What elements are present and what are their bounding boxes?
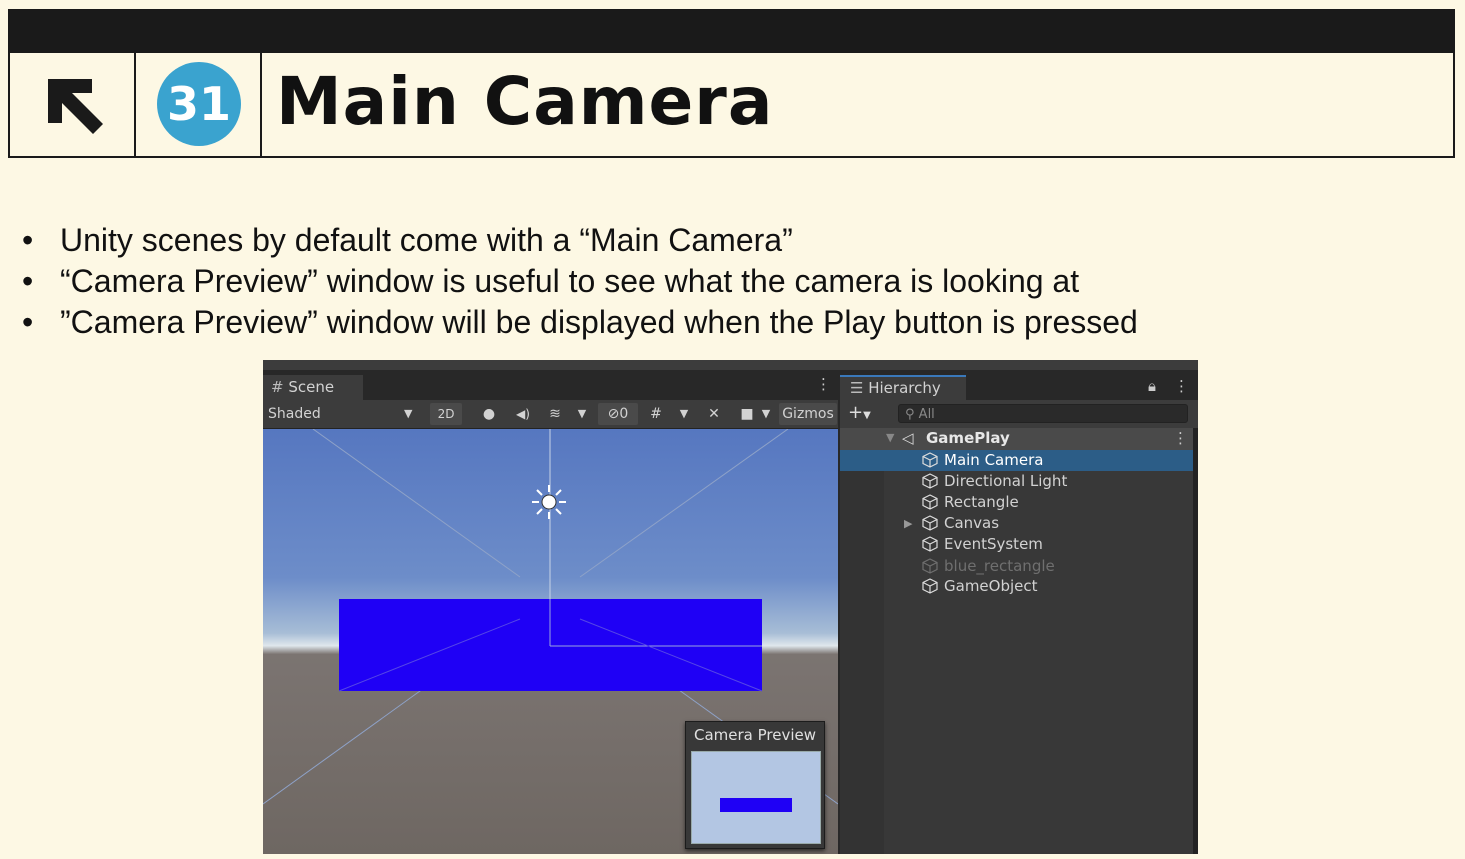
- tab-hierarchy[interactable]: ☰ Hierarchy: [840, 375, 966, 400]
- 2d-toggle-button[interactable]: 2D: [430, 403, 462, 425]
- audio-toggle-icon[interactable]: ◀): [511, 403, 535, 425]
- hierarchy-item[interactable]: Main Camera: [840, 450, 1193, 471]
- slide-number: 31: [157, 62, 241, 146]
- tools-icon[interactable]: ✕: [702, 403, 726, 425]
- hierarchy-item[interactable]: GameObject: [840, 576, 1193, 597]
- camera-preview-title: Camera Preview: [693, 726, 817, 744]
- chevron-down-icon: ▼: [863, 410, 871, 421]
- gizmos-button[interactable]: Gizmos: [779, 403, 837, 425]
- bullet-item: ”Camera Preview” window will be displaye…: [22, 302, 1138, 343]
- search-icon: ⚲: [905, 407, 915, 422]
- grid-dropdown-icon[interactable]: ▼: [677, 403, 691, 425]
- list-icon: ☰: [850, 379, 864, 397]
- gameobject-cube-icon: [922, 578, 938, 594]
- bullet-list: Unity scenes by default come with a “Mai…: [22, 220, 1138, 343]
- more-options-icon[interactable]: ⋮: [1173, 429, 1188, 447]
- lock-icon[interactable]: 🔒︎: [1148, 377, 1156, 395]
- shading-mode-dropdown[interactable]: Shaded ▼: [268, 403, 418, 425]
- hierarchy-item-label: Rectangle: [944, 493, 1019, 511]
- tab-hierarchy-label: Hierarchy: [868, 379, 941, 397]
- bullet-item: Unity scenes by default come with a “Mai…: [22, 220, 1138, 261]
- hierarchy-item[interactable]: blue_rectangle: [840, 556, 1193, 577]
- hierarchy-toolbar: +▼ ⚲ All: [840, 400, 1198, 428]
- chevron-right-icon[interactable]: ▶: [904, 513, 912, 534]
- back-arrow-cell[interactable]: [10, 53, 136, 156]
- page-title: Main Camera: [276, 63, 774, 140]
- hierarchy-item-label: GameObject: [944, 577, 1038, 595]
- tab-scene[interactable]: # Scene: [263, 375, 363, 400]
- chevron-down-icon[interactable]: ▼: [886, 431, 894, 444]
- effects-toggle-icon[interactable]: ≋: [543, 403, 567, 425]
- gameobject-cube-icon: [922, 452, 938, 468]
- hierarchy-scrollbar[interactable]: [1193, 428, 1198, 854]
- tab-scene-label: Scene: [288, 378, 335, 396]
- eye-slash-icon: ⊘: [607, 406, 620, 422]
- arrow-up-left-icon[interactable]: [10, 53, 134, 156]
- hidden-objects-toggle[interactable]: ⊘0: [598, 403, 638, 425]
- camera-dropdown-icon[interactable]: ▼: [759, 403, 773, 425]
- hierarchy-item-label: Canvas: [944, 514, 1000, 532]
- search-placeholder: All: [918, 407, 935, 422]
- scene-tab-bar: # Scene ⋮: [263, 370, 838, 400]
- unity-editor-screenshot: # Scene ⋮ Shaded ▼ 2D ● ◀) ≋ ▼ ⊘0 # ▼ ✕ …: [263, 360, 1198, 854]
- hierarchy-panel: ☰ Hierarchy 🔒︎ ⋮ +▼ ⚲ All ▼ ◁ GamePlay ⋮…: [840, 370, 1198, 854]
- hierarchy-item-label: blue_rectangle: [944, 557, 1055, 575]
- camera-settings-icon[interactable]: ■: [735, 403, 759, 425]
- chevron-down-icon: ▼: [404, 407, 413, 420]
- hierarchy-item[interactable]: Directional Light: [840, 471, 1193, 492]
- hierarchy-item-label: Directional Light: [944, 472, 1068, 490]
- more-options-icon[interactable]: ⋮: [1174, 377, 1189, 395]
- hierarchy-item[interactable]: ▶ Canvas: [840, 513, 1193, 534]
- hidden-count: 0: [619, 406, 629, 422]
- add-object-button[interactable]: +▼: [848, 402, 871, 423]
- unity-scene-icon: ◁: [902, 429, 914, 447]
- hierarchy-item[interactable]: EventSystem: [840, 534, 1193, 555]
- bullet-item: “Camera Preview” window is useful to see…: [22, 261, 1138, 302]
- hierarchy-item-label: Main Camera: [944, 451, 1044, 469]
- scene-root-row[interactable]: ▼ ◁ GamePlay ⋮: [840, 428, 1193, 450]
- scene-toolbar: Shaded ▼ 2D ● ◀) ≋ ▼ ⊘0 # ▼ ✕ ■ ▼ Gizmos: [263, 400, 838, 429]
- effects-dropdown-icon[interactable]: ▼: [575, 403, 589, 425]
- hierarchy-item[interactable]: Rectangle: [840, 492, 1193, 513]
- slide-title-row: 31 Main Camera: [8, 53, 1455, 158]
- search-input[interactable]: ⚲ All: [898, 404, 1188, 423]
- grid-toggle-icon[interactable]: #: [644, 403, 668, 425]
- editor-main-toolbar: [263, 360, 1198, 370]
- scene-viewport[interactable]: Camera Preview: [263, 429, 838, 854]
- slide-number-cell: 31: [136, 53, 262, 156]
- more-options-icon[interactable]: ⋮: [816, 375, 831, 393]
- gameobject-cube-icon: [922, 515, 938, 531]
- slide-header-bar: [8, 9, 1455, 53]
- preview-rectangle: [720, 798, 792, 812]
- shading-mode-value: Shaded: [268, 406, 321, 422]
- camera-preview-image: [691, 751, 821, 844]
- camera-preview-window: Camera Preview: [685, 721, 825, 849]
- scene-name: GamePlay: [926, 429, 1010, 447]
- hierarchy-item-label: EventSystem: [944, 535, 1043, 553]
- gameobject-cube-icon: [922, 494, 938, 510]
- sun-light-icon[interactable]: [532, 485, 566, 519]
- hierarchy-list: ▼ ◁ GamePlay ⋮ Main Camera Directional L…: [840, 428, 1193, 854]
- gameobject-cube-icon: [922, 558, 938, 574]
- lighting-toggle-icon[interactable]: ●: [477, 403, 501, 425]
- gameobject-cube-icon: [922, 473, 938, 489]
- gameobject-cube-icon: [922, 536, 938, 552]
- grid-icon: #: [271, 378, 284, 396]
